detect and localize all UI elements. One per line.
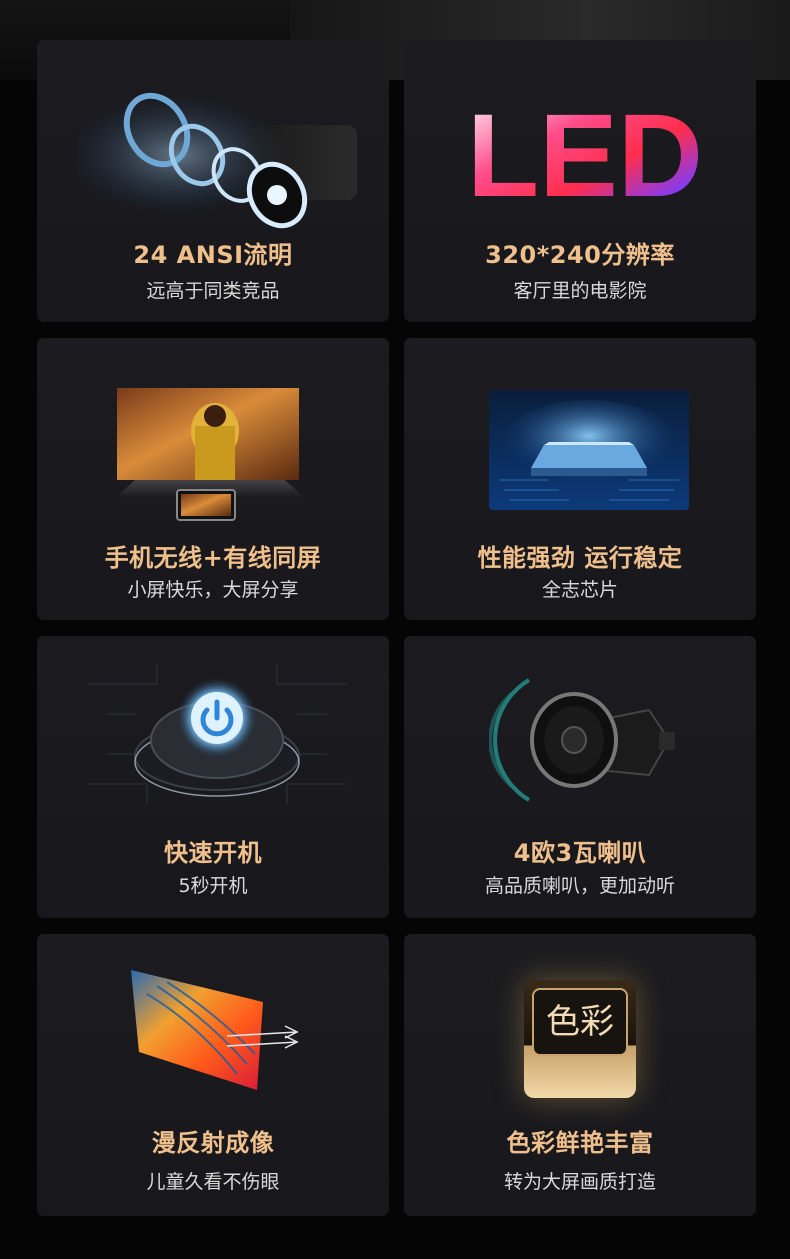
feature-title: 4欧3瓦喇叭	[513, 839, 647, 867]
feature-title: 快速开机	[164, 839, 262, 867]
feature-card-screen-mirroring: 手机无线+有线同屏 小屏快乐，大屏分享	[37, 338, 389, 620]
diffuse-reflection-screen-icon	[131, 970, 299, 1090]
led-logo-text: LED	[470, 98, 700, 208]
feature-card-color: 色彩 色彩鲜艳丰富 转为大屏画质打造	[404, 934, 756, 1216]
projector-lens-icon	[77, 92, 357, 229]
feature-title: 320*240分辨率	[485, 241, 675, 269]
speaker-icon	[489, 678, 675, 802]
feature-title: 漫反射成像	[151, 1129, 275, 1157]
feature-subtitle: 小屏快乐，大屏分享	[127, 579, 299, 601]
feature-card-resolution: LED 320*240分辨率 客厅里的电影院	[404, 40, 756, 322]
feature-card-fast-boot: 快速开机 5秒开机	[37, 636, 389, 918]
chip-icon	[489, 390, 689, 510]
feature-subtitle: 客厅里的电影院	[513, 280, 647, 302]
power-button-icon	[87, 664, 347, 804]
feature-title: 24 ANSI流明	[133, 241, 293, 269]
feature-card-brightness: 24 ANSI流明 远高于同类竞品	[37, 40, 389, 322]
feature-subtitle: 高品质喇叭，更加动听	[484, 875, 675, 897]
feature-title: 色彩鲜艳丰富	[506, 1129, 654, 1157]
led-text-icon: LED	[470, 98, 700, 208]
color-badge-icon: 色彩	[524, 980, 636, 1098]
feature-subtitle: 转为大屏画质打造	[503, 1171, 656, 1193]
screen-mirroring-icon	[115, 388, 305, 521]
color-badge-label: 色彩	[532, 988, 628, 1056]
feature-card-diffuse-reflection: 漫反射成像 儿童久看不伤眼	[37, 934, 389, 1216]
feature-subtitle: 5秒开机	[178, 875, 248, 897]
feature-subtitle: 儿童久看不伤眼	[146, 1171, 280, 1193]
feature-subtitle: 远高于同类竞品	[146, 280, 280, 302]
feature-subtitle: 全志芯片	[541, 579, 618, 601]
feature-card-performance: 性能强劲 运行稳定 全志芯片	[404, 338, 756, 620]
feature-title: 性能强劲 运行稳定	[477, 544, 683, 572]
feature-card-speaker: 4欧3瓦喇叭 高品质喇叭，更加动听	[404, 636, 756, 918]
feature-title: 手机无线+有线同屏	[104, 544, 322, 572]
